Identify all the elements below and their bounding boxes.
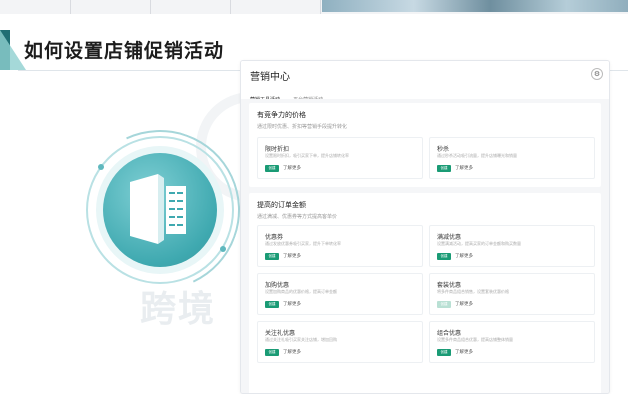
panel-body: 有竞争力的价格 通过限时优惠、折扣等营销手段提升转化 限时折扣 设置限时折扣，吸…: [241, 99, 609, 393]
section-title: 有竞争力的价格: [257, 111, 306, 119]
promo-card: 优惠券 通过发放优惠券吸引买家，提升下单转化率 创建 了解更多: [257, 225, 423, 267]
create-button[interactable]: 创建: [265, 253, 279, 260]
learn-more-link[interactable]: 了解更多: [283, 349, 301, 356]
create-button[interactable]: 创建: [437, 165, 451, 172]
section-subtitle: 通过限时优惠、折扣等营销手段提升转化: [257, 124, 348, 130]
card-title: 满减优惠: [437, 234, 462, 241]
promo-card: 秒杀 通过秒杀活动吸引流量，提升店铺曝光和销量 创建 了解更多: [429, 137, 595, 179]
learn-more-link[interactable]: 了解更多: [283, 253, 301, 260]
card-title: 加购优惠: [265, 282, 290, 289]
create-button[interactable]: 创建: [437, 349, 451, 356]
card-description: 通过关注礼吸引买家关注店铺，增加回购: [265, 337, 337, 342]
section-subtitle: 通过满减、优惠券等方式提高客单价: [257, 214, 338, 220]
promo-card: 限时折扣 设置限时折扣，吸引买家下单，提升店铺转化率 创建 了解更多: [257, 137, 423, 179]
promo-card: 关注礼优惠 通过关注礼吸引买家关注店铺，增加回购 创建 了解更多: [257, 321, 423, 363]
illustration-dot: [220, 246, 226, 252]
settings-icon[interactable]: ⚙: [591, 68, 603, 80]
card-description: 通过发放优惠券吸引买家，提升下单转化率: [265, 241, 341, 246]
illustration-dot: [98, 164, 104, 170]
create-button[interactable]: 创建: [265, 301, 279, 308]
panel-header: 营销中心 ⚙ 营销工具活动 平台营销活动: [241, 61, 609, 106]
title-accent-triangle: [0, 30, 26, 70]
panel-title: 营销中心: [250, 72, 290, 83]
create-button[interactable]: 创建: [265, 349, 279, 356]
card-description: 通过秒杀活动吸引流量，提升店铺曝光和销量: [437, 153, 517, 158]
header-photo: [322, 0, 628, 12]
card-title: 秒杀: [437, 146, 450, 153]
promo-card: 满减优惠 设置满减活动，提高买家的订单金额和购买数量 创建 了解更多: [429, 225, 595, 267]
card-title: 关注礼优惠: [265, 330, 296, 337]
learn-more-link[interactable]: 了解更多: [455, 165, 473, 172]
section-title: 提高的订单金额: [257, 201, 306, 209]
panel-tabs: 营销工具活动 平台营销活动: [250, 86, 331, 106]
top-strip-segment: [0, 0, 71, 14]
card-description: 设置多件商品组合优惠，提高店铺整体销量: [437, 337, 513, 342]
marketing-center-panel: 营销中心 ⚙ 营销工具活动 平台营销活动 有竞争力的价格 通过限时优惠、折扣等营…: [240, 60, 610, 394]
learn-more-link[interactable]: 了解更多: [455, 301, 473, 308]
card-title: 套装优惠: [437, 282, 462, 289]
top-strip-segment: [230, 0, 321, 14]
promo-card: 加购优惠 设置加购商品的优惠价格，提高订单金额 创建 了解更多: [257, 273, 423, 315]
learn-more-link[interactable]: 了解更多: [283, 165, 301, 172]
promo-card: 组合优惠 设置多件商品组合优惠，提高店铺整体销量 创建 了解更多: [429, 321, 595, 363]
learn-more-link[interactable]: 了解更多: [455, 253, 473, 260]
promo-card: 套装优惠 将多件商品组合销售，设置套装优惠价格 创建 了解更多: [429, 273, 595, 315]
card-description: 设置限时折扣，吸引买家下单，提升店铺转化率: [265, 153, 349, 158]
create-button[interactable]: 创建: [265, 165, 279, 172]
card-description: 将多件商品组合销售，设置套装优惠价格: [437, 289, 509, 294]
section-order-value: 提高的订单金额 通过满减、优惠券等方式提高客单价 优惠券 通过发放优惠券吸引买家…: [249, 193, 601, 393]
document-icon: [130, 174, 186, 244]
create-button[interactable]: 创建: [437, 301, 451, 308]
learn-more-link[interactable]: 了解更多: [455, 349, 473, 356]
card-description: 设置满减活动，提高买家的订单金额和购买数量: [437, 241, 521, 246]
card-title: 优惠券: [265, 234, 284, 241]
top-strip-segment: [70, 0, 151, 14]
card-description: 设置加购商品的优惠价格，提高订单金额: [265, 289, 337, 294]
card-title: 组合优惠: [437, 330, 462, 337]
card-title: 限时折扣: [265, 146, 290, 153]
top-strip-segment: [150, 0, 231, 14]
create-button[interactable]: 创建: [437, 253, 451, 260]
slide-title: 如何设置店铺促销活动: [24, 40, 225, 62]
learn-more-link[interactable]: 了解更多: [283, 301, 301, 308]
document-illustration: [57, 107, 263, 313]
section-competitive-price: 有竞争力的价格 通过限时优惠、折扣等营销手段提升转化 限时折扣 设置限时折扣，吸…: [249, 103, 601, 187]
